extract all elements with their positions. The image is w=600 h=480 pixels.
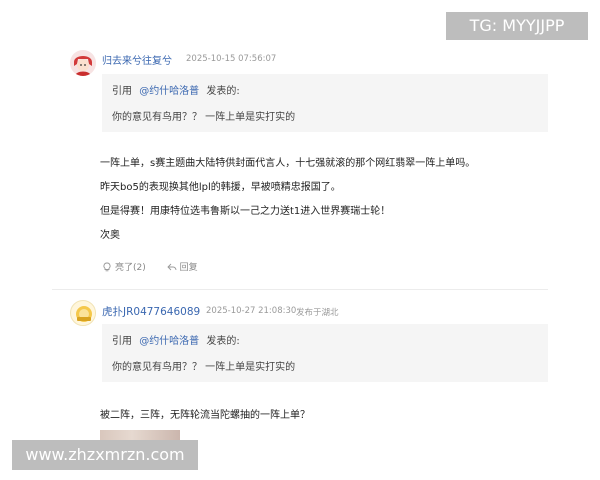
comment-text-line: 一阵上单，s赛主题曲大陆特供封面代言人，十七强就滚的那个网红翡翠一阵上单吗。: [100, 158, 476, 169]
attached-image-thumbnail[interactable]: [100, 430, 180, 440]
quote-suffix: 发表的:: [206, 86, 240, 97]
author-name[interactable]: 虎扑JR0477646089: [102, 304, 200, 319]
post-timestamp: 2025-10-27 21:08:30: [206, 306, 297, 316]
like-label: 亮了(2): [115, 263, 146, 273]
quote-text: 你的意见有鸟用？？ 一阵上单是实打实的: [112, 112, 296, 123]
author-name[interactable]: 归去来兮往复兮: [102, 52, 172, 67]
post-location: 发布于湖北: [296, 308, 339, 318]
quoted-comment: 引用 @约什哈洛普 发表的: 你的意见有鸟用？？ 一阵上单是实打实的: [102, 74, 548, 132]
avatar[interactable]: [70, 50, 96, 76]
quote-suffix: 发表的:: [206, 336, 240, 347]
post-timestamp: 2025-10-15 07:56:07: [186, 54, 277, 64]
reply-arrow-icon: [166, 263, 177, 270]
avatar[interactable]: [70, 300, 96, 326]
quote-label: 引用: [112, 86, 132, 97]
quote-label: 引用: [112, 336, 132, 347]
comment-actions: 亮了(2) 回复: [102, 260, 216, 275]
comment-text-line: 次奥: [100, 230, 120, 241]
comment-text-line: 但是得赛！用康特位选韦鲁斯以一己之力送t1进入世界赛瑞士轮！: [100, 206, 391, 217]
quoted-comment: 引用 @约什哈洛普 发表的: 你的意见有鸟用？？ 一阵上单是实打实的: [102, 324, 548, 382]
reply-label: 回复: [179, 263, 198, 273]
lightbulb-icon: [103, 262, 111, 271]
quoted-user-link[interactable]: @约什哈洛普: [139, 86, 199, 97]
quoted-user-link[interactable]: @约什哈洛普: [139, 336, 199, 347]
quote-header: 引用 @约什哈洛普 发表的:: [112, 82, 240, 97]
comment-text-line: 昨天bo5的表现换其他lpl的韩援，早被喷精忠报国了。: [100, 182, 341, 193]
quote-text: 你的意见有鸟用？？ 一阵上单是实打实的: [112, 362, 296, 373]
site-watermark: www.zhzxmrzn.com: [12, 440, 198, 470]
telegram-watermark: TG: MYYJJPP: [446, 12, 588, 40]
like-button[interactable]: 亮了(2): [102, 260, 146, 273]
quote-header: 引用 @约什哈洛普 发表的:: [112, 332, 240, 347]
divider: [52, 289, 548, 290]
comment-text-line: 被二阵，三阵，无阵轮流当陀螺抽的一阵上单？: [100, 410, 310, 421]
comment-thread: 归去来兮往复兮 2025-10-15 07:56:07 引用 @约什哈洛普 发表…: [52, 40, 548, 440]
reply-button[interactable]: 回复: [166, 260, 198, 273]
